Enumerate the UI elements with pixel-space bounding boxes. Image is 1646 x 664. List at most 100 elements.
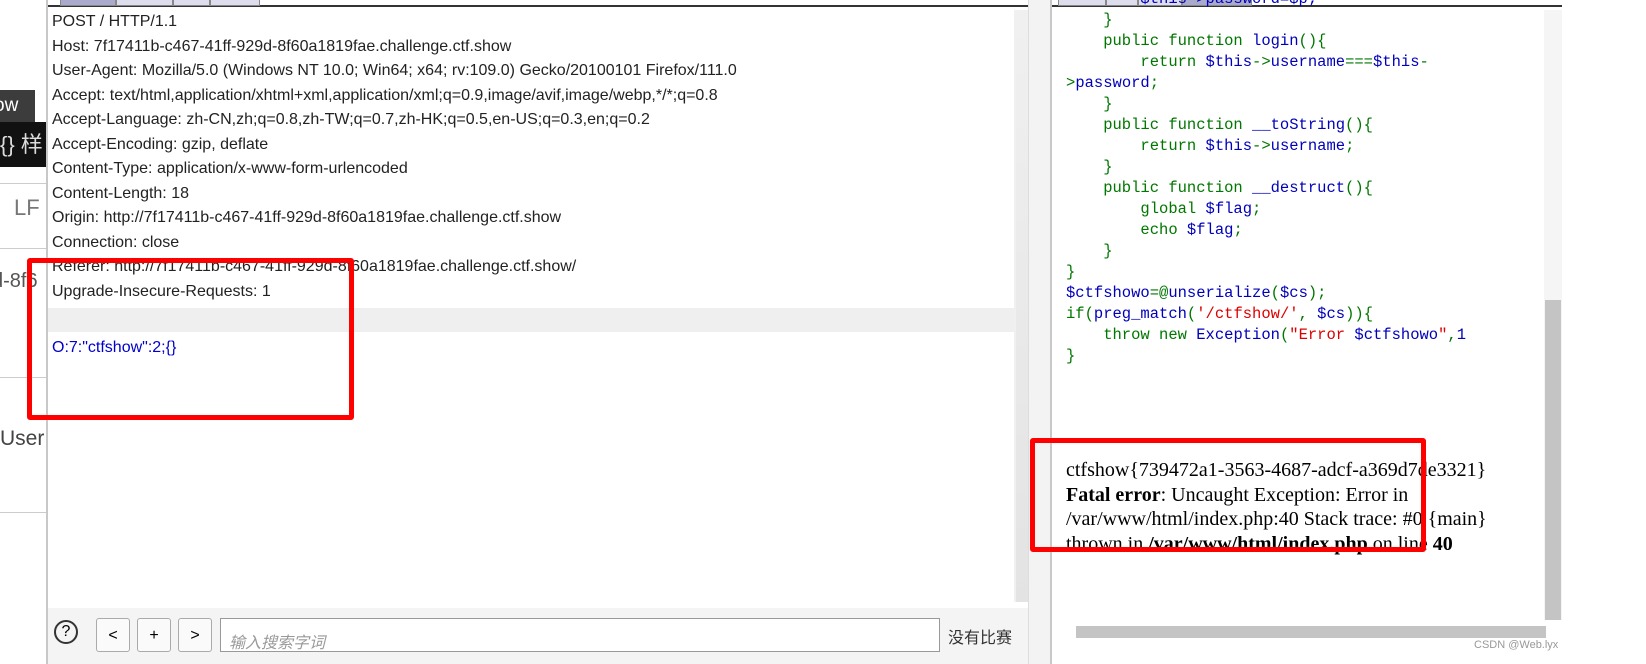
tab[interactable] <box>173 0 210 6</box>
code-token: { <box>1363 305 1373 323</box>
code-token: $flag <box>1205 200 1253 218</box>
header-line: Accept-Language: zh-CN,zh;q=0.8,zh-TW;q=… <box>52 111 650 128</box>
code-token: 1 <box>1456 326 1467 344</box>
code-line: } <box>1066 10 1466 31</box>
highlight-box <box>27 258 354 420</box>
code-line: echo $flag; <box>1066 220 1466 241</box>
code-token: (){ <box>1345 116 1373 134</box>
code-token: return <box>1066 137 1206 155</box>
code-token: public function <box>1066 179 1253 197</box>
code-token: - <box>1419 53 1429 71</box>
code-line: if(preg_match('/ctfshow/', $cs)){ <box>1066 304 1466 325</box>
code-token: username <box>1270 137 1346 155</box>
browser-tab[interactable]: ow <box>0 90 35 122</box>
scrollbar-thumb[interactable] <box>1545 300 1561 620</box>
panel-divider[interactable] <box>1028 0 1050 664</box>
code-line: } <box>1066 262 1466 283</box>
code-token: $cs <box>1279 284 1308 302</box>
code-token: =@ <box>1149 284 1169 302</box>
highlight-box <box>1030 438 1426 552</box>
code-token: unserialize <box>1168 284 1271 302</box>
watermark: CSDN @Web.lyx <box>1474 639 1559 651</box>
code-token: (){ <box>1298 32 1327 50</box>
code-token: __toString <box>1252 116 1346 134</box>
code-token: username <box>1270 53 1346 71</box>
header-line: Accept: text/html,application/xhtml+xml,… <box>52 86 718 104</box>
code-token: public function <box>1066 116 1253 134</box>
code-line: } <box>1066 241 1466 262</box>
code-line: public function __destruct(){ <box>1066 178 1466 199</box>
code-token: $flag <box>1186 221 1234 239</box>
code-token: __destruct <box>1252 179 1346 197</box>
code-token: ( <box>1270 284 1280 302</box>
divider <box>0 183 46 184</box>
prev-match-button[interactable]: < <box>96 618 130 652</box>
line-number: 40 <box>1432 532 1453 555</box>
header-line: Accept-Encoding: gzip, deflate <box>52 135 269 153</box>
code-line: } <box>1066 346 1466 367</box>
code-token: )) <box>1345 305 1364 323</box>
code-token: public function <box>1066 32 1253 50</box>
code-token: preg_match <box>1093 305 1187 323</box>
code-line: public function __toString(){ <box>1066 115 1466 136</box>
code-token: } <box>1066 11 1113 29</box>
code-token: ( <box>1186 305 1197 323</box>
code-token: global <box>1066 200 1206 218</box>
code-token: ; <box>1252 200 1262 218</box>
code-token: echo <box>1066 221 1187 239</box>
code-token: '/ctfshow/' <box>1196 305 1299 323</box>
code-token: } <box>1066 242 1113 260</box>
code-token: > <box>1066 74 1076 92</box>
code-token: } <box>1066 95 1113 113</box>
code-line: $this->password=$p; <box>1066 0 1466 10</box>
code-token: $ctfshowo <box>1066 284 1150 302</box>
help-icon[interactable]: ? <box>54 620 78 644</box>
code-token: , <box>1447 326 1457 344</box>
code-token: ; <box>1149 74 1160 92</box>
request-tabs <box>48 0 1028 7</box>
response-scrollbar[interactable] <box>1544 10 1562 620</box>
search-input[interactable]: 输入搜索字词 <box>220 618 940 652</box>
add-button[interactable]: + <box>137 618 171 652</box>
code-token: -> <box>1252 137 1271 155</box>
code-token: $cs <box>1317 305 1346 323</box>
browser-text: LF <box>14 195 40 220</box>
code-token: ); <box>1307 284 1327 302</box>
scrollbar-thumb[interactable] <box>1016 10 1028 602</box>
code-line: return $this->username===$this- <box>1066 52 1466 73</box>
divider <box>0 512 46 513</box>
code-token: $ctfshowo <box>1354 326 1439 344</box>
code-line: global $flag; <box>1066 199 1466 220</box>
code-token: === <box>1345 53 1373 71</box>
header-line: Connection: close <box>52 233 180 251</box>
code-token: $this <box>1372 53 1420 71</box>
tab[interactable] <box>116 0 173 6</box>
header-line: Content-Length: 18 <box>52 184 189 202</box>
code-token: password <box>1075 74 1150 92</box>
tab[interactable] <box>60 0 116 6</box>
header-line: POST / HTTP/1.1 <box>52 13 178 30</box>
code-token: return <box>1066 53 1206 71</box>
code-token: } <box>1066 263 1076 281</box>
code-token: throw new <box>1066 326 1197 344</box>
code-token: , <box>1298 305 1318 323</box>
code-token: ; <box>1233 221 1243 239</box>
code-token: } <box>1066 347 1076 365</box>
code-line: throw new Exception("Error $ctfshowo",1 <box>1066 325 1466 346</box>
header-line: Content-Type: application/x-www-form-url… <box>52 160 408 177</box>
header-line: Host: 7f17411b-c467-41ff-929d-8f60a1819f… <box>52 37 512 55</box>
next-match-button[interactable]: > <box>178 618 212 652</box>
response-panel: $this->password=$p; } public function lo… <box>1050 0 1646 664</box>
divider <box>0 248 46 249</box>
code-line: public function login(){ <box>1066 31 1466 52</box>
code-token: } <box>1066 158 1113 176</box>
code-token: login <box>1252 32 1299 50</box>
php-source-code: $this->password=$p; } public function lo… <box>1066 0 1466 367</box>
header-line: Origin: http://7f17411b-c467-41ff-929d-8… <box>52 209 562 226</box>
browser-toolbar: {} 样 <box>0 122 46 167</box>
match-status: 没有比赛 <box>948 630 1013 647</box>
code-token: ( <box>1279 326 1290 344</box>
tab[interactable] <box>210 0 260 6</box>
code-token: if( <box>1066 305 1094 323</box>
horizontal-scrollbar[interactable] <box>1076 626 1546 638</box>
